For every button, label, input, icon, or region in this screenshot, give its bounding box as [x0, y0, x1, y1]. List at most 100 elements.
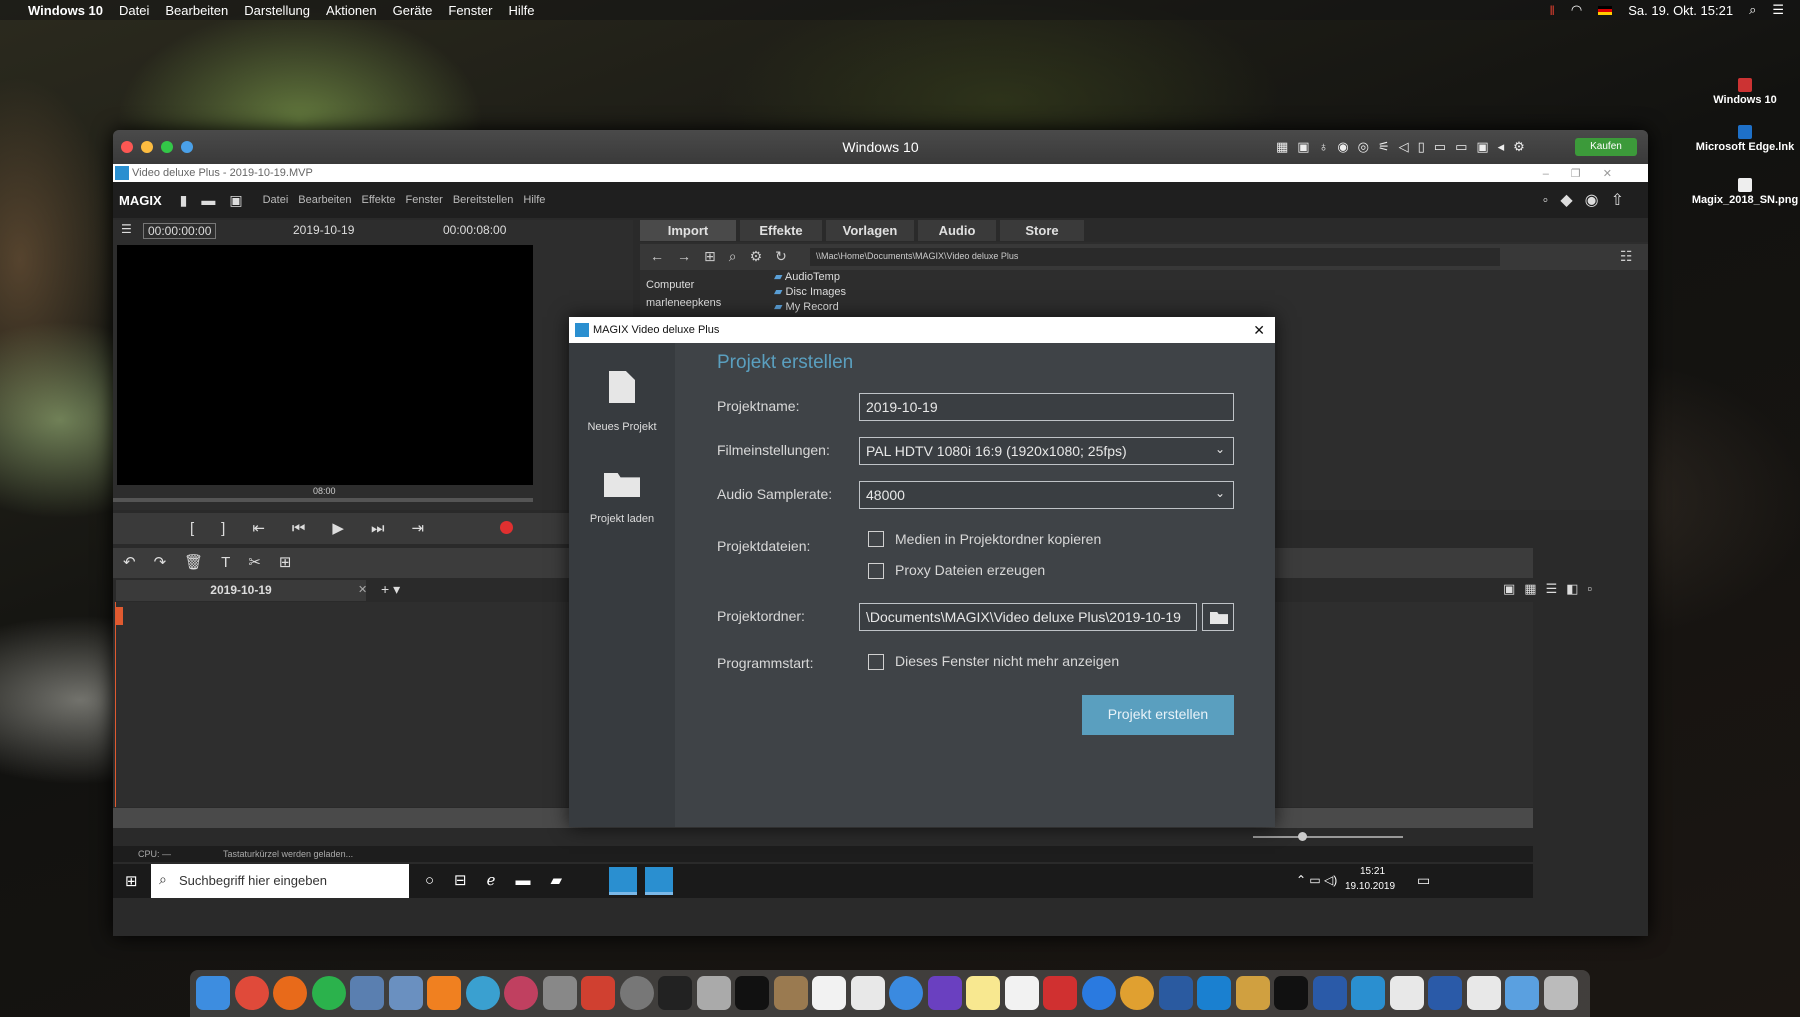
- word-doc-icon[interactable]: [1428, 976, 1462, 1010]
- taskbar-magix-icon-2[interactable]: [645, 867, 673, 895]
- audio-app-icon[interactable]: [504, 976, 538, 1010]
- taskbar-date[interactable]: 19.10.2019: [1345, 881, 1395, 892]
- tab-audio[interactable]: Audio: [918, 220, 996, 241]
- finder-icon[interactable]: [196, 976, 230, 1010]
- menu-bearbeiten[interactable]: Bearbeiten: [165, 3, 228, 18]
- video-deluxe-icon[interactable]: [1351, 976, 1385, 1010]
- menu-darstellung[interactable]: Darstellung: [244, 3, 310, 18]
- dock-icons[interactable]: [196, 976, 1582, 1015]
- preview-icon[interactable]: [350, 976, 384, 1010]
- wifi-icon[interactable]: ◠: [1571, 2, 1582, 18]
- coherence-dot-icon[interactable]: [181, 141, 193, 153]
- menu-geraete[interactable]: Geräte: [393, 3, 433, 18]
- window-controls[interactable]: –❐✕: [1543, 167, 1634, 180]
- archive-icon[interactable]: [773, 976, 808, 1010]
- parallels-status-icon[interactable]: ‖: [1550, 3, 1555, 18]
- utility-icon[interactable]: [696, 976, 731, 1010]
- projektname-input[interactable]: 2019-10-19: [859, 393, 1234, 421]
- zoom-slider-knob[interactable]: [1298, 832, 1307, 841]
- tab-effekte[interactable]: Effekte: [740, 220, 822, 241]
- browser-icon[interactable]: [465, 976, 500, 1010]
- imovie-icon[interactable]: [927, 976, 962, 1010]
- folder-item[interactable]: ▰ Disc Images: [774, 285, 846, 300]
- create-project-button[interactable]: Projekt erstellen: [1082, 695, 1234, 735]
- buy-button[interactable]: Kaufen: [1575, 138, 1637, 156]
- app-menu-effekte[interactable]: Effekte: [361, 194, 395, 206]
- zoom-slider[interactable]: [1253, 836, 1403, 838]
- open-folder-icon[interactable]: ▬: [201, 192, 215, 208]
- menu-aktionen[interactable]: Aktionen: [326, 3, 377, 18]
- notes-icon[interactable]: [966, 976, 1000, 1010]
- word-icon[interactable]: [1312, 976, 1347, 1010]
- audio-select[interactable]: 48000 ⌄: [859, 481, 1234, 509]
- taskbar-search[interactable]: ⌕ Suchbegriff hier eingeben: [151, 864, 409, 898]
- taskbar-magix-icon[interactable]: [609, 867, 637, 895]
- playhead-marker[interactable]: [115, 607, 123, 625]
- tree-item-user[interactable]: marleneepkens: [646, 294, 721, 312]
- app-menu-bereitstellen[interactable]: Bereitstellen: [453, 194, 514, 206]
- menubar-app[interactable]: Windows 10: [28, 3, 103, 18]
- dont-show-checkbox[interactable]: [868, 654, 884, 670]
- magix-dock-icon[interactable]: [1274, 976, 1308, 1010]
- appstore-icon[interactable]: [889, 976, 923, 1010]
- folder-item[interactable]: ▰ AudioTemp: [774, 270, 846, 285]
- photos-icon[interactable]: [388, 976, 423, 1010]
- record-icon[interactable]: [500, 521, 513, 534]
- desktop-icon-edge[interactable]: Microsoft Edge.lnk: [1690, 125, 1800, 153]
- view-mode-icons[interactable]: ▣▦☰◧▫: [1503, 581, 1601, 597]
- windows-start-icon[interactable]: ⊞: [125, 872, 138, 890]
- timeline-tab[interactable]: 2019-10-19: [116, 580, 366, 601]
- reader-icon[interactable]: [850, 976, 885, 1010]
- photos-app-icon[interactable]: [1120, 976, 1154, 1010]
- timecode[interactable]: 00:00:00:00: [143, 223, 217, 239]
- transport-buttons[interactable]: []⇤⏮▶⏭⇥: [190, 519, 451, 537]
- activity-icon[interactable]: [658, 976, 692, 1010]
- app-menu-hilfe[interactable]: Hilfe: [523, 194, 545, 206]
- side-new-project[interactable]: Neues Projekt: [569, 343, 675, 443]
- app-menu-bearbeiten[interactable]: Bearbeiten: [298, 194, 351, 206]
- firefox-icon[interactable]: [273, 976, 307, 1010]
- tray-icons[interactable]: ⌃ ▭ ◁): [1296, 873, 1337, 887]
- word-doc-icon-2[interactable]: [1466, 976, 1501, 1010]
- add-tab-icon[interactable]: + ▾: [381, 581, 400, 598]
- vm-toolbar-icons[interactable]: ▦▣♁◉◎⚟◁▯▭▭▣◂⚙: [1276, 139, 1534, 155]
- new-file-icon[interactable]: ▮: [180, 192, 188, 209]
- windows-app-icon-2[interactable]: [1197, 976, 1231, 1010]
- side-load-project[interactable]: Projekt laden: [569, 443, 675, 543]
- trash-icon[interactable]: [1543, 976, 1578, 1010]
- tab-vorlagen[interactable]: Vorlagen: [826, 220, 914, 241]
- notification-icon[interactable]: ▭: [1417, 872, 1430, 889]
- folder-item[interactable]: ▰ My Record: [774, 300, 846, 315]
- windows-app-icon[interactable]: [1158, 976, 1193, 1010]
- parallels-icon[interactable]: [1043, 976, 1077, 1010]
- desktop-icon-windows[interactable]: Windows 10: [1690, 78, 1800, 106]
- close-tab-icon[interactable]: ✕: [358, 583, 367, 596]
- settings-icon[interactable]: [619, 976, 654, 1010]
- copy-media-checkbox[interactable]: [868, 531, 884, 547]
- vlc-icon[interactable]: [427, 976, 461, 1010]
- downloads-icon[interactable]: [1505, 976, 1539, 1010]
- dialog-close-icon[interactable]: ✕: [1253, 322, 1265, 339]
- close-dot-icon[interactable]: [121, 141, 133, 153]
- toolbar-right-icons[interactable]: ◦◆◉⇧: [1543, 190, 1636, 210]
- list-view-icon[interactable]: ☷: [1620, 248, 1633, 265]
- proxy-checkbox[interactable]: [868, 563, 884, 579]
- tab-store[interactable]: Store: [1000, 220, 1084, 241]
- desktop-icon-png[interactable]: Magix_2018_SN.png: [1690, 178, 1800, 206]
- video-monitor[interactable]: [117, 245, 533, 485]
- menu-datei[interactable]: Datei: [119, 3, 149, 18]
- ordner-input[interactable]: Documents\MAGIX\Video deluxe Plus\2019-1…: [859, 603, 1197, 631]
- scrub-bar[interactable]: [113, 498, 533, 502]
- folder-dock-icon[interactable]: [1235, 976, 1270, 1010]
- menu-fenster[interactable]: Fenster: [448, 3, 492, 18]
- reminders-icon[interactable]: [1004, 976, 1039, 1010]
- calendar-icon[interactable]: [812, 976, 846, 1010]
- whatsapp-icon[interactable]: [311, 976, 346, 1010]
- menu-list-icon[interactable]: ☰: [1772, 2, 1784, 18]
- app-menu-fenster[interactable]: Fenster: [406, 194, 443, 206]
- save-icon[interactable]: ▣: [229, 192, 242, 209]
- film-select[interactable]: PAL HDTV 1080i 16:9 (1920x1080; 25fps) ⌄: [859, 437, 1234, 465]
- tab-import[interactable]: Import: [640, 220, 736, 241]
- path-field[interactable]: \\Mac\Home\Documents\MAGIX\Video deluxe …: [810, 248, 1500, 266]
- document-icon[interactable]: [1389, 976, 1424, 1010]
